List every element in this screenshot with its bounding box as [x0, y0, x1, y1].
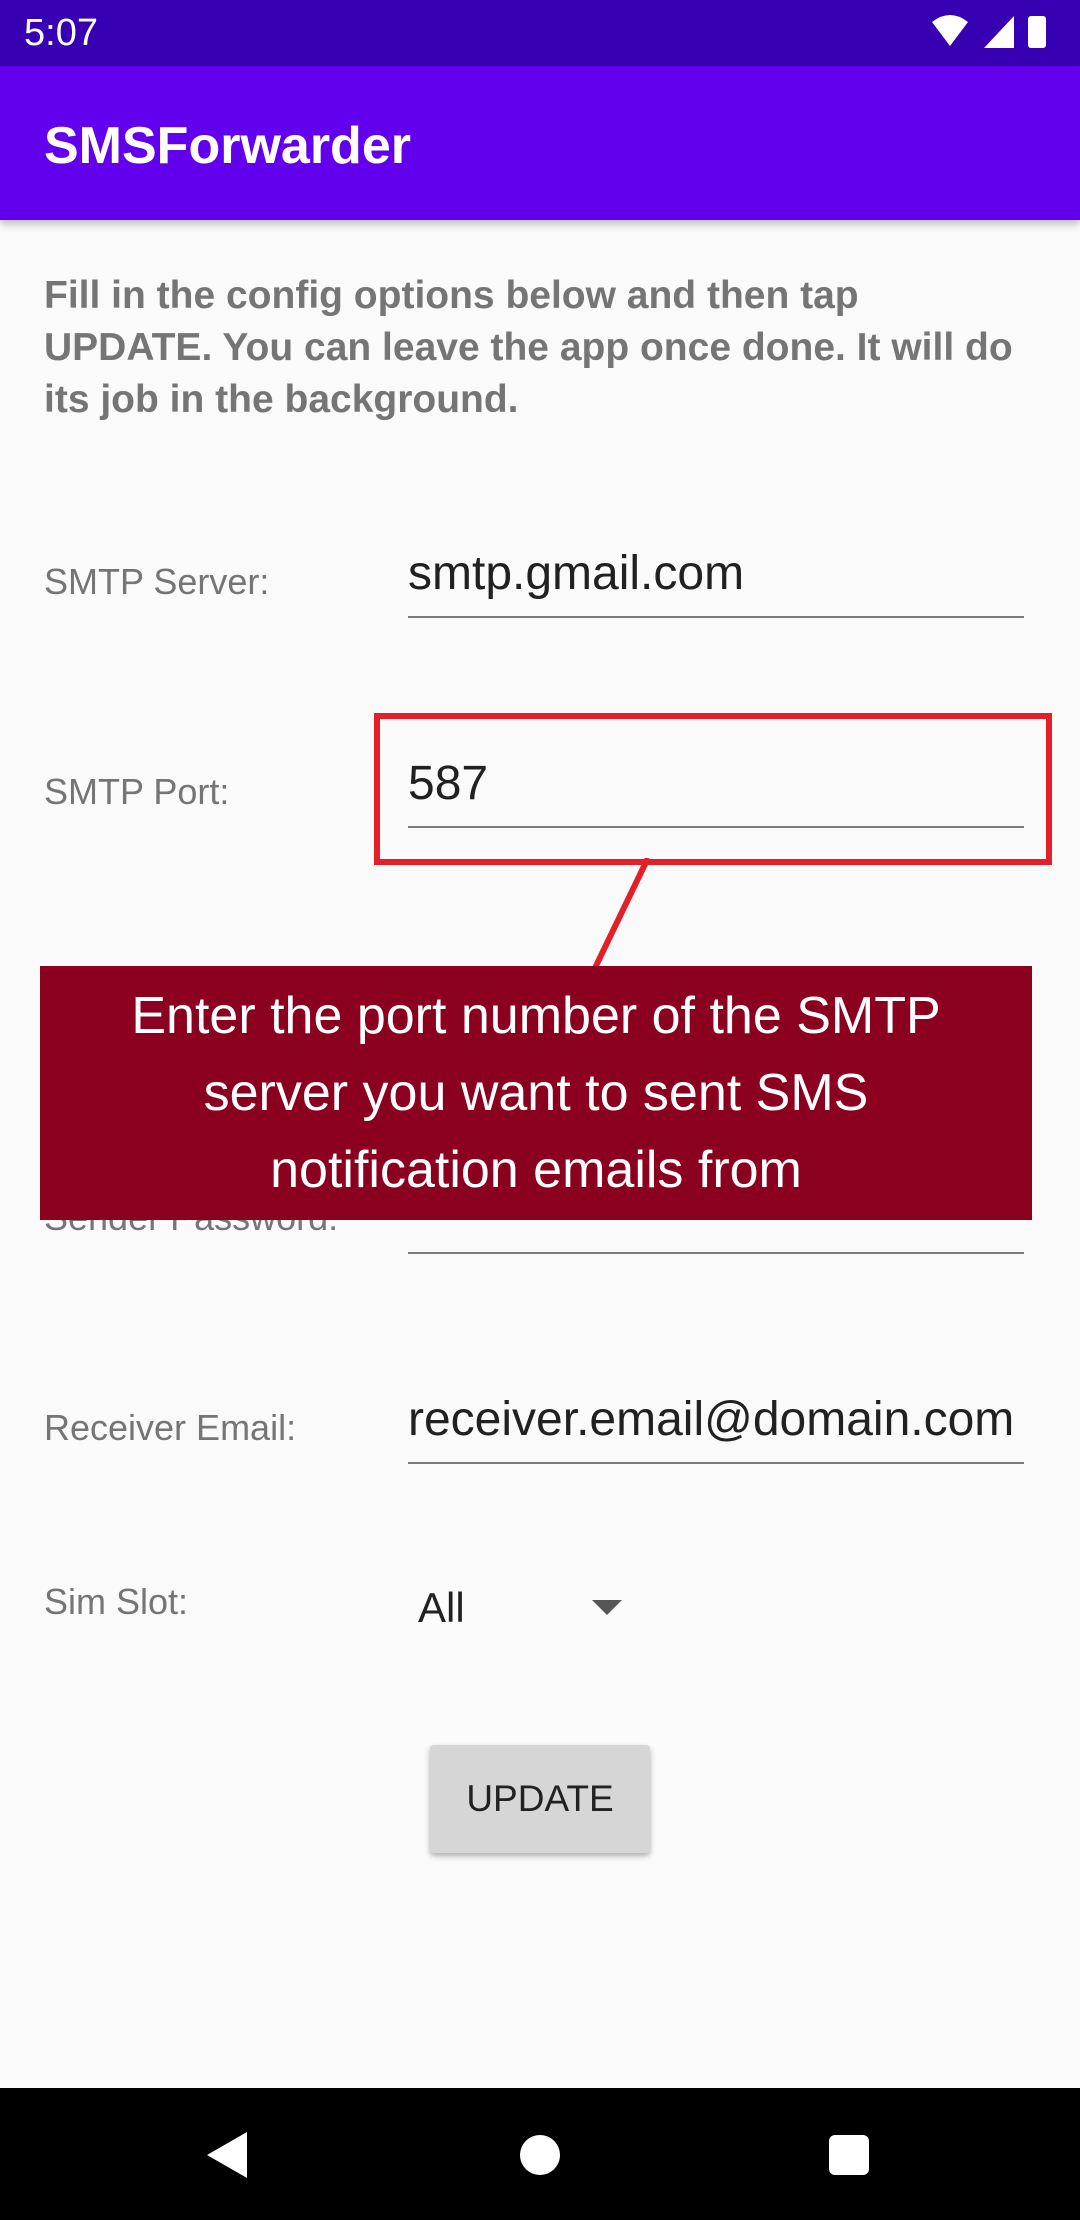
- smtp-server-input[interactable]: smtp.gmail.com: [408, 536, 1024, 618]
- update-button[interactable]: UPDATE: [430, 1745, 650, 1853]
- smtp-server-label: SMTP Server:: [44, 561, 270, 602]
- smtp-port-label: SMTP Port:: [44, 771, 230, 812]
- smtp-server-value: smtp.gmail.com: [408, 547, 745, 600]
- highlight-box: [374, 713, 1052, 865]
- sim-slot-label: Sim Slot:: [44, 1581, 189, 1622]
- navigation-bar: [0, 2088, 1080, 2220]
- wifi-icon: [932, 15, 968, 46]
- tooltip-text: Enter the port number of the SMTP server…: [131, 986, 941, 1199]
- sim-slot-selected: All: [418, 1584, 465, 1631]
- receiver-email-label: Receiver Email:: [44, 1407, 297, 1448]
- home-icon[interactable]: [520, 2135, 560, 2175]
- battery-icon: [1028, 16, 1046, 48]
- dropdown-arrow-icon: [592, 1600, 622, 1615]
- back-icon[interactable]: [205, 2130, 249, 2180]
- status-icons: [932, 15, 1046, 48]
- status-time: 5:07: [24, 12, 98, 54]
- intro-text: Fill in the config options below and the…: [44, 274, 1013, 421]
- recents-icon[interactable]: [829, 2135, 869, 2175]
- cellular-signal-icon: [984, 16, 1014, 48]
- tooltip[interactable]: Enter the port number of the SMTP server…: [40, 966, 1032, 1220]
- receiver-email-value: receiver.email@domain.com: [408, 1393, 1015, 1446]
- app-title: SMSForwarder: [44, 117, 411, 175]
- receiver-email-input[interactable]: receiver.email@domain.com: [408, 1382, 1024, 1464]
- app-bar: SMSForwarder: [0, 66, 1080, 220]
- status-bar: 5:07: [0, 0, 1080, 66]
- callout-pointer-line: [591, 858, 651, 972]
